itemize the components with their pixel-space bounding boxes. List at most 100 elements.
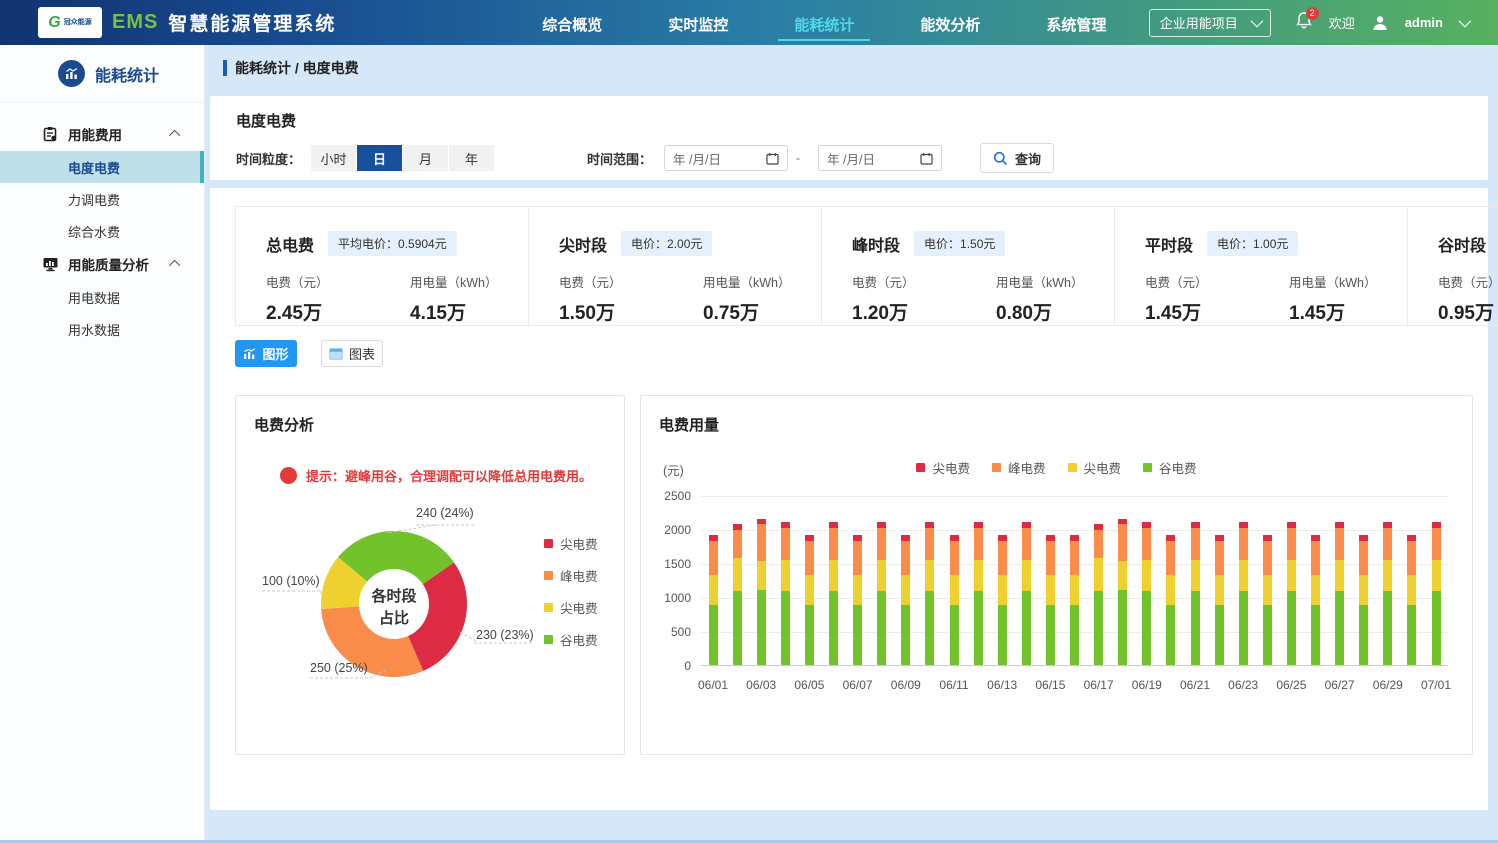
- bar-06/01[interactable]: [709, 535, 718, 665]
- bar-06/28[interactable]: [1359, 535, 1368, 665]
- app-window: G 冠众能源 EMS 智慧能源管理系统 综合概览实时监控能耗统计能效分析系统管理…: [0, 0, 1498, 843]
- granularity-option-年[interactable]: 年: [449, 145, 495, 171]
- stat-card-title: 平时段: [1145, 232, 1193, 256]
- bar-06/17[interactable]: [1094, 524, 1103, 665]
- legend-item-峰电费[interactable]: 峰电费: [992, 458, 1046, 477]
- stat-card-title: 总电费: [266, 232, 314, 256]
- bar-06/25[interactable]: [1287, 522, 1296, 665]
- bar-06/10[interactable]: [925, 522, 934, 665]
- stat-cards-row: 总电费平均电价：0.5904元电费（元）2.45万用电量（kWh）4.15万尖时…: [235, 206, 1465, 326]
- granularity-option-小时[interactable]: 小时: [311, 145, 357, 171]
- y-tick-label: 1000: [643, 591, 691, 605]
- bar-06/13[interactable]: [998, 535, 1007, 665]
- table-view-button[interactable]: 图表: [321, 340, 383, 367]
- bar-06/20[interactable]: [1166, 535, 1175, 665]
- legend-label: 尖电费: [1084, 458, 1122, 477]
- graph-view-button[interactable]: 图形: [235, 340, 297, 367]
- fee-analysis-panel: 电费分析 ! 提示：避峰用谷，合理调配可以降低总用电费用。 各时段 占比 240…: [235, 395, 625, 755]
- x-tick-label: 06/07: [836, 678, 880, 692]
- project-select-dropdown[interactable]: 企业用能项目: [1149, 9, 1271, 37]
- user-menu-toggle[interactable]: [1459, 14, 1468, 32]
- notification-button[interactable]: 2: [1295, 11, 1313, 35]
- sidebar-item-综合水费[interactable]: 综合水费: [0, 215, 204, 247]
- sidebar-group-用能费用[interactable]: 用能费用: [0, 117, 204, 151]
- bar-segment-尖电费: [1046, 575, 1055, 604]
- legend-item-尖电费[interactable]: 尖电费: [916, 458, 970, 477]
- legend-item-谷电费[interactable]: 谷电费: [544, 630, 598, 649]
- bar-06/02[interactable]: [733, 524, 742, 665]
- legend-label: 峰电费: [1008, 458, 1046, 477]
- content-area: 能耗统计 / 电度电费 电度电费 时间粒度： 小时日月年 时间范围： 年 /月/…: [205, 45, 1498, 843]
- nav-item-系统管理[interactable]: 系统管理: [1042, 3, 1110, 43]
- legend-item-尖电费[interactable]: 尖电费: [544, 598, 598, 617]
- granularity-option-月[interactable]: 月: [403, 145, 449, 171]
- date-end-input[interactable]: 年 /月/日: [818, 145, 942, 171]
- app-title: 智慧能源管理系统: [168, 9, 336, 36]
- fee-value: 1.50万: [559, 298, 677, 325]
- bar-06/29[interactable]: [1383, 522, 1392, 665]
- bar-06/19[interactable]: [1142, 522, 1151, 665]
- bar-segment-谷电费: [950, 605, 959, 666]
- bar-segment-谷电费: [1142, 591, 1151, 665]
- donut-center-label: 各时段 占比: [354, 586, 434, 630]
- bar-06/07[interactable]: [853, 535, 862, 665]
- bar-06/04[interactable]: [781, 522, 790, 665]
- bar-06/03[interactable]: [757, 519, 766, 665]
- bar-segment-尖电费: [1166, 535, 1175, 542]
- sidebar-group-label: 用能费用: [68, 124, 172, 144]
- bar-06/22[interactable]: [1215, 535, 1224, 665]
- x-tick-label: 06/05: [787, 678, 831, 692]
- pie-slice-label: 100 (10%): [262, 574, 320, 588]
- search-button[interactable]: 查询: [980, 143, 1054, 173]
- bar-06/11[interactable]: [950, 535, 959, 665]
- bar-06/24[interactable]: [1263, 535, 1272, 665]
- welcome-text: 欢迎: [1329, 13, 1355, 32]
- legend-item-峰电费[interactable]: 峰电费: [544, 566, 598, 585]
- bar-segment-尖电费: [829, 560, 838, 591]
- granularity-option-日[interactable]: 日: [357, 145, 403, 171]
- search-icon: [993, 151, 1008, 166]
- legend-item-尖电费[interactable]: 尖电费: [1068, 458, 1122, 477]
- bar-06/12[interactable]: [974, 522, 983, 665]
- bar-segment-谷电费: [877, 591, 886, 665]
- filter-title: 电度电费: [236, 110, 1462, 131]
- sidebar-item-用水数据[interactable]: 用水数据: [0, 313, 204, 345]
- legend-label: 尖电费: [932, 458, 970, 477]
- sidebar-item-电度电费[interactable]: 电度电费: [0, 151, 204, 183]
- bar-segment-尖电费: [1287, 560, 1296, 591]
- fee-value: 2.45万: [266, 298, 384, 325]
- bar-segment-尖电费: [950, 575, 959, 604]
- bar-segment-尖电费: [1215, 535, 1224, 542]
- price-badge: 平均电价：0.5904元: [328, 231, 457, 256]
- bar-06/30[interactable]: [1407, 535, 1416, 665]
- legend-item-谷电费[interactable]: 谷电费: [1143, 458, 1197, 477]
- sidebar-item-力调电费[interactable]: 力调电费: [0, 183, 204, 215]
- bar-06/14[interactable]: [1022, 522, 1031, 665]
- graph-icon: [243, 348, 256, 360]
- sidebar-item-用电数据[interactable]: 用电数据: [0, 281, 204, 313]
- bar-06/27[interactable]: [1335, 522, 1344, 665]
- bar-06/09[interactable]: [901, 535, 910, 665]
- nav-item-实时监控[interactable]: 实时监控: [664, 3, 732, 43]
- bar-06/23[interactable]: [1239, 522, 1248, 665]
- bar-06/08[interactable]: [877, 522, 886, 665]
- usage-value: 0.75万: [703, 298, 821, 325]
- bar-segment-尖电费: [853, 575, 862, 604]
- nav-item-能耗统计[interactable]: 能耗统计: [790, 3, 858, 43]
- date-start-input[interactable]: 年 /月/日: [664, 145, 788, 171]
- legend-item-尖电费[interactable]: 尖电费: [544, 534, 598, 553]
- bar-06/05[interactable]: [805, 535, 814, 665]
- bar-06/15[interactable]: [1046, 535, 1055, 665]
- bar-07/01[interactable]: [1432, 522, 1441, 665]
- stat-card-title: 峰时段: [852, 232, 900, 256]
- sidebar-group-用能质量分析[interactable]: 用能质量分析: [0, 247, 204, 281]
- nav-item-能效分析[interactable]: 能效分析: [916, 3, 984, 43]
- bar-06/26[interactable]: [1311, 535, 1320, 665]
- bar-06/06[interactable]: [829, 522, 838, 665]
- nav-item-综合概览[interactable]: 综合概览: [538, 3, 606, 43]
- tip-message: ! 提示：避峰用谷，合理调配可以降低总用电费用。: [280, 466, 592, 485]
- bar-06/16[interactable]: [1070, 535, 1079, 665]
- bar-segment-峰电费: [1166, 541, 1175, 575]
- bar-06/18[interactable]: [1118, 519, 1127, 665]
- bar-06/21[interactable]: [1191, 522, 1200, 665]
